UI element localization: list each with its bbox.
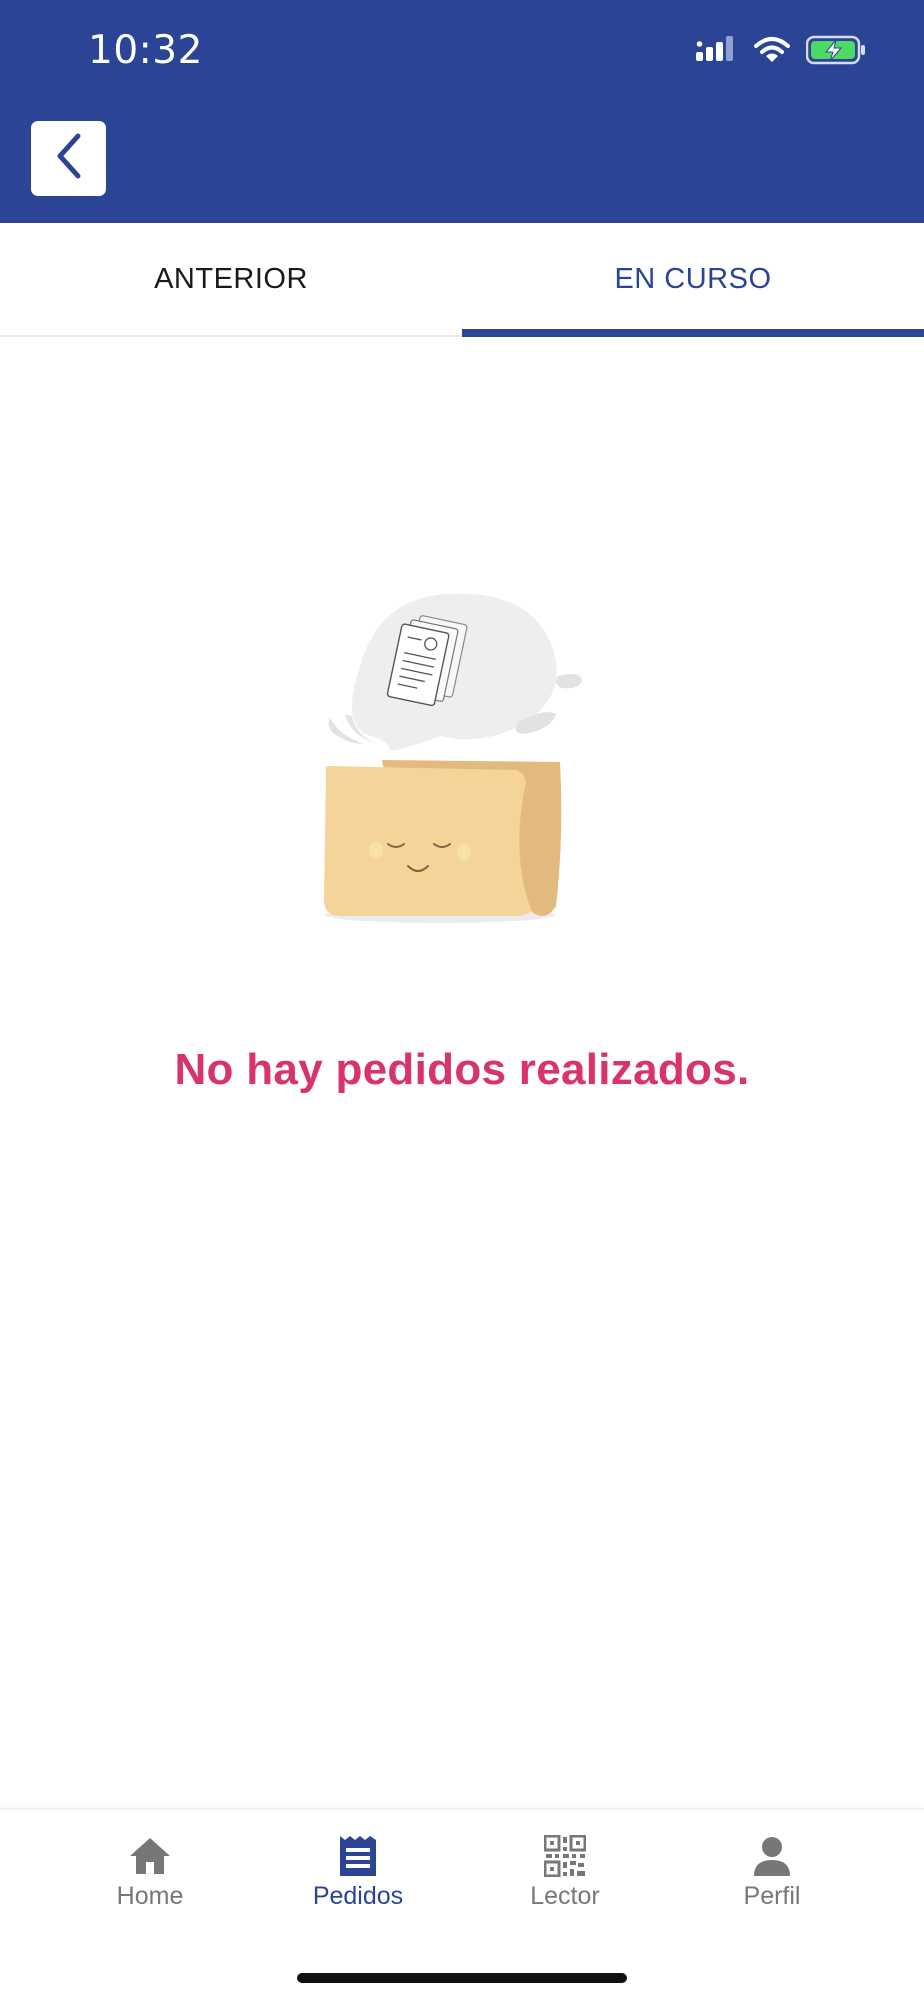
tab-label: EN CURSO [614, 262, 772, 295]
signal-icon [696, 35, 738, 69]
qr-code-icon [543, 1834, 587, 1878]
nav-label: Home [116, 1882, 184, 1910]
chevron-left-icon [51, 131, 87, 186]
order-tabs: ANTERIOR EN CURSO [0, 223, 924, 337]
user-icon [750, 1834, 794, 1878]
wifi-icon [754, 36, 790, 69]
nav-item-lector[interactable]: Lector [485, 1834, 645, 1911]
home-indicator [297, 1973, 627, 1983]
active-tab-indicator [462, 329, 924, 337]
status-time: 10:32 [88, 28, 203, 73]
nav-label: Perfil [743, 1882, 801, 1910]
nav-item-pedidos[interactable]: Pedidos [278, 1834, 438, 1911]
nav-label: Pedidos [312, 1882, 404, 1910]
status-icons [696, 35, 866, 70]
empty-orders-illustration [320, 586, 602, 926]
back-button[interactable] [31, 121, 106, 196]
orders-icon [336, 1834, 380, 1878]
nav-item-perfil[interactable]: Perfil [692, 1834, 852, 1911]
tab-label: ANTERIOR [154, 262, 308, 295]
tab-en-curso[interactable]: EN CURSO [462, 223, 924, 337]
nav-label: Lector [530, 1882, 600, 1910]
app-header: 10:32 [0, 0, 924, 223]
battery-charging-icon [805, 35, 866, 70]
nav-item-home[interactable]: Home [70, 1834, 230, 1911]
empty-orders-message: No hay pedidos realizados. [174, 1045, 750, 1094]
home-icon [128, 1834, 172, 1878]
tab-anterior[interactable]: ANTERIOR [0, 223, 462, 335]
